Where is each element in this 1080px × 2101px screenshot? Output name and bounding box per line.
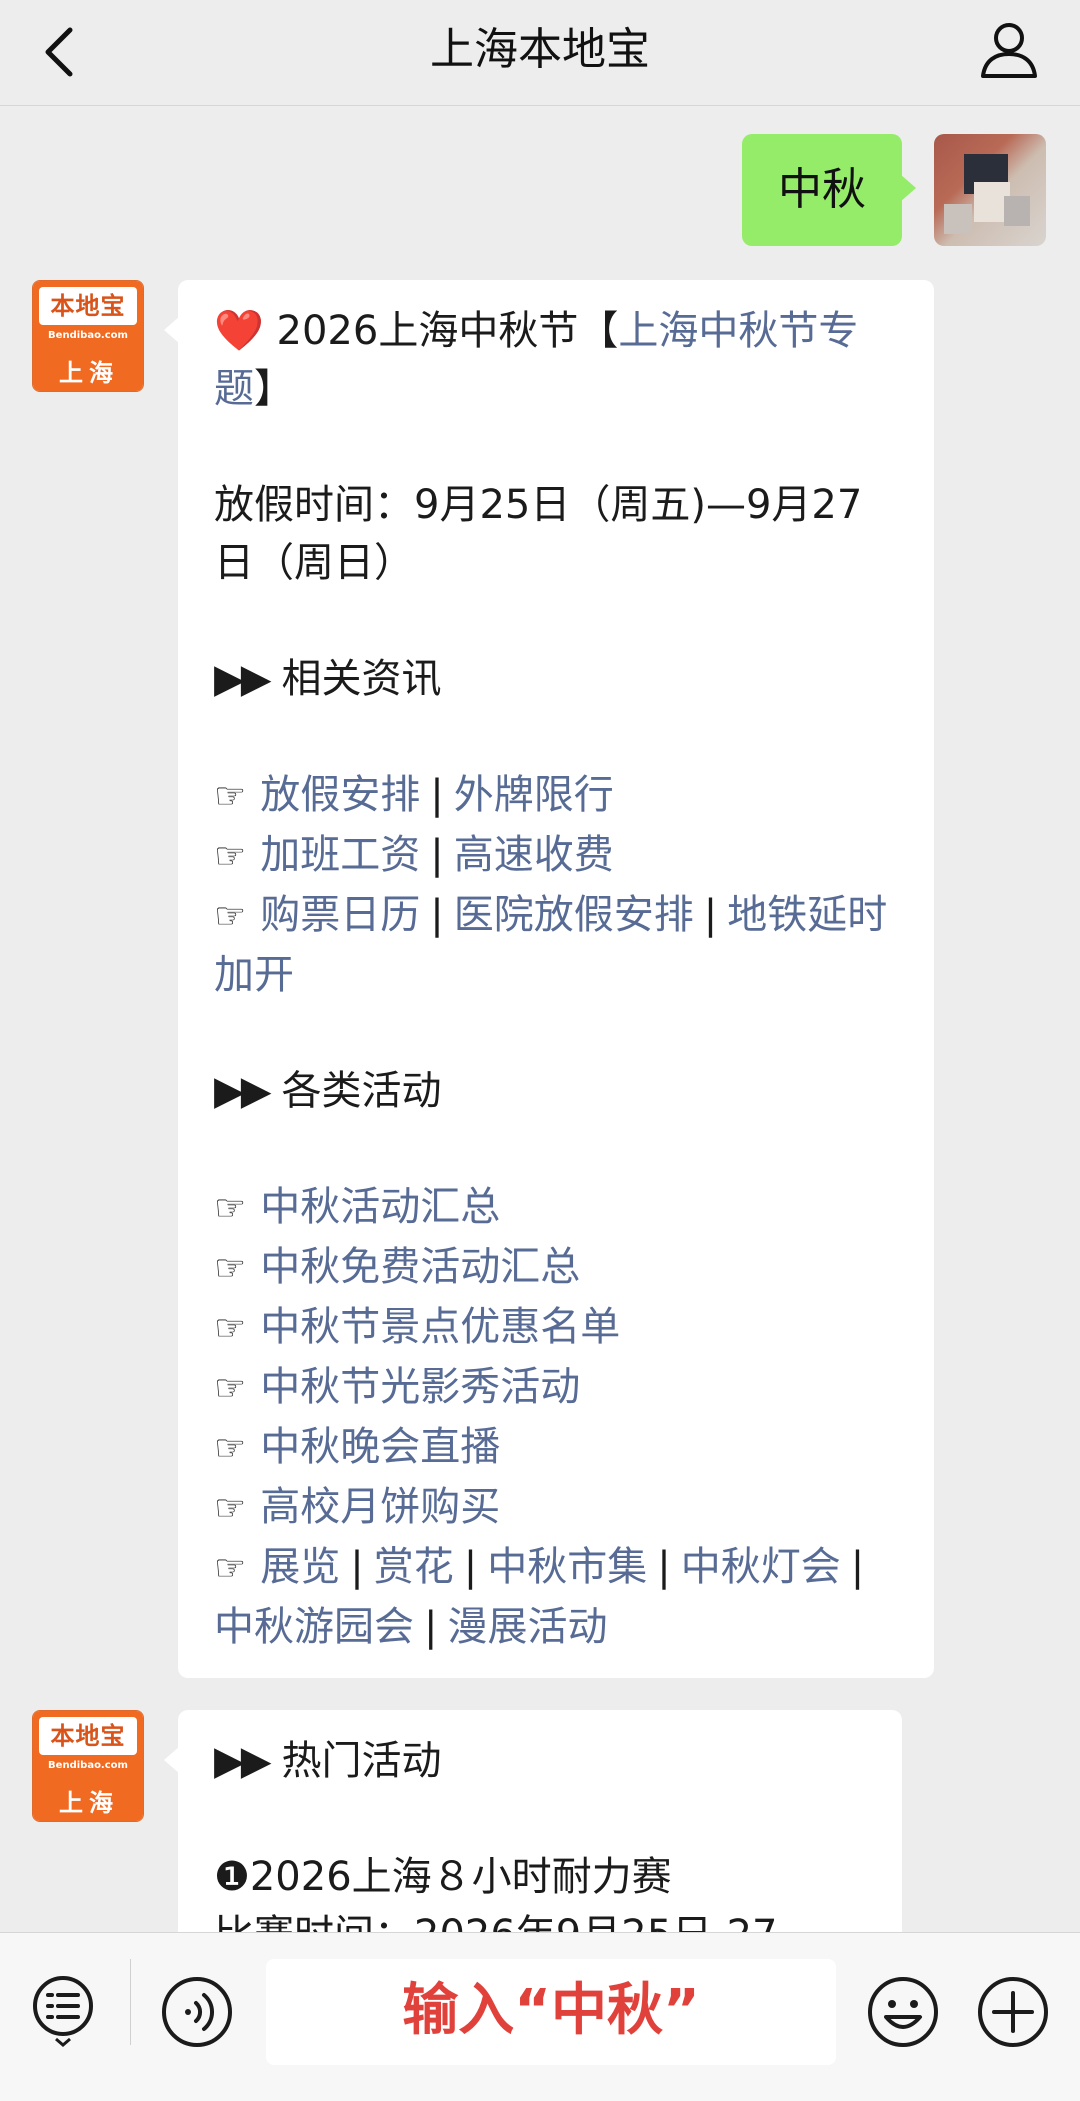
section-hot-label: 热门活动 [281, 1738, 442, 1784]
avatar-city-text: 上海 [33, 353, 143, 391]
pointing-hand-icon: ☞ [214, 836, 247, 877]
title-text: 2026上海中秋节【 [276, 308, 619, 354]
activity-link[interactable]: 中秋节光影秀活动 [260, 1364, 580, 1410]
top-nav-bar: 上海本地宝 [0, 0, 1080, 106]
pointing-hand-icon: ☞ [214, 1488, 247, 1529]
avatar-brand-text: 本地宝 [39, 287, 137, 325]
section-activities: ▶▶ 各类活动 [214, 1062, 900, 1120]
section-hot: ▶▶ 热门活动 [214, 1732, 868, 1790]
activity-link[interactable]: 中秋节景点优惠名单 [260, 1304, 620, 1350]
activity-row: ☞ 中秋免费活动汇总 [214, 1238, 900, 1298]
activity-row: ☞ 中秋晚会直播 [214, 1418, 900, 1478]
person-icon[interactable] [978, 18, 1040, 80]
activity-link[interactable]: 高校月饼购买 [260, 1484, 500, 1530]
pointing-hand-icon: ☞ [214, 1548, 247, 1589]
activity-link[interactable]: 中秋晚会直播 [260, 1424, 500, 1470]
section-news: ▶▶ 相关资讯 [214, 650, 900, 708]
news-link[interactable]: 加班工资 [260, 832, 420, 878]
play-icon: ▶▶ [214, 656, 271, 702]
smiley-icon[interactable] [866, 1975, 940, 2049]
play-icon: ▶▶ [214, 1738, 271, 1784]
avatar-city-text: 上海 [33, 1783, 143, 1821]
avatar-domain-text: Bendibao.com [48, 330, 128, 341]
voice-icon[interactable] [160, 1975, 234, 2049]
activity-link[interactable]: 中秋游园会 [214, 1604, 414, 1650]
activity-link[interactable]: 中秋活动汇总 [260, 1184, 500, 1230]
heart-icon: ❤️ [214, 308, 264, 354]
activity-row: ☞ 中秋节光影秀活动 [214, 1358, 900, 1418]
message-input[interactable]: 输入“中秋” [266, 1959, 836, 2065]
pointing-hand-icon: ☞ [214, 1308, 247, 1349]
activity-link[interactable]: 中秋市集 [487, 1544, 647, 1590]
section-news-label: 相关资讯 [281, 656, 442, 702]
activity-row: ☞ 中秋活动汇总 [214, 1178, 900, 1238]
news-row: ☞ 购票日历 | 医院放假安排 | 地铁延时加开 [214, 892, 888, 998]
activity-link[interactable]: 中秋灯会 [681, 1544, 841, 1590]
news-row: ☞ 加班工资 | 高速收费 [214, 832, 614, 878]
hot-item-time: 比赛时间：2026年9月25日-27 [214, 1906, 868, 1932]
reply-message-bubble: ▶▶热门活动 ❶2026上海８小时耐力赛 比赛时间：2026年9月25日-27 [164, 1710, 902, 1932]
user-avatar[interactable] [934, 134, 1046, 246]
activity-link[interactable]: 中秋免费活动汇总 [260, 1244, 580, 1290]
title-line: ❤️ 2026上海中秋节【上海中秋节专题】 [214, 302, 900, 418]
page-title: 上海本地宝 [430, 24, 650, 75]
news-link[interactable]: 医院放假安排 [454, 892, 694, 938]
divider [130, 1959, 131, 2045]
avatar-domain-text: Bendibao.com [48, 1760, 128, 1771]
title-suffix: 】 [254, 366, 294, 412]
news-row: ☞ 放假安排 | 外牌限行 [214, 772, 614, 818]
activity-row: ☞ 高校月饼购买 [214, 1478, 900, 1538]
user-message-bubble[interactable]: 中秋 [742, 134, 916, 246]
pointing-hand-icon: ☞ [214, 776, 247, 817]
reply-message-bubble: ❤️ 2026上海中秋节【上海中秋节专题】 放假时间：9月25日（周五)—9月2… [164, 280, 934, 1678]
pointing-hand-icon: ☞ [214, 1428, 247, 1469]
pointing-hand-icon: ☞ [214, 1188, 247, 1229]
activity-row: ☞ 中秋节景点优惠名单 [214, 1298, 900, 1358]
news-link[interactable]: 放假安排 [260, 772, 420, 818]
avatar-brand-text: 本地宝 [39, 1717, 137, 1755]
user-message: 中秋 [0, 120, 1080, 246]
menu-list-icon[interactable] [32, 1975, 94, 2047]
play-icon: ▶▶ [214, 1068, 271, 1114]
section-activities-label: 各类活动 [281, 1068, 442, 1114]
news-link[interactable]: 购票日历 [260, 892, 420, 938]
chat-area[interactable]: 中秋 本地宝 Bendibao.com 上海 ❤️ 2026上海中秋节【上海中秋… [0, 106, 1080, 1932]
hot-item-title: ❶2026上海８小时耐力赛 [214, 1854, 672, 1900]
activity-row: ☞ 展览 | 赏花 | 中秋市集 | 中秋灯会 |中秋游园会 | 漫展活动 [214, 1544, 865, 1650]
pointing-hand-icon: ☞ [214, 896, 247, 937]
bendibao-avatar[interactable]: 本地宝 Bendibao.com 上海 [32, 1710, 144, 1822]
pointing-hand-icon: ☞ [214, 1368, 247, 1409]
pointing-hand-icon: ☞ [214, 1248, 247, 1289]
plus-icon[interactable] [976, 1975, 1050, 2049]
news-link[interactable]: 外牌限行 [454, 772, 614, 818]
news-link[interactable]: 高速收费 [454, 832, 614, 878]
activity-link[interactable]: 展览 [260, 1544, 340, 1590]
bendibao-avatar[interactable]: 本地宝 Bendibao.com 上海 [32, 280, 144, 392]
bottom-input-bar: 输入“中秋” [0, 1932, 1080, 2101]
activity-link[interactable]: 漫展活动 [447, 1604, 607, 1650]
holiday-text: 放假时间：9月25日（周五)—9月27日（周日） [214, 482, 863, 586]
activity-link[interactable]: 赏花 [374, 1544, 454, 1590]
